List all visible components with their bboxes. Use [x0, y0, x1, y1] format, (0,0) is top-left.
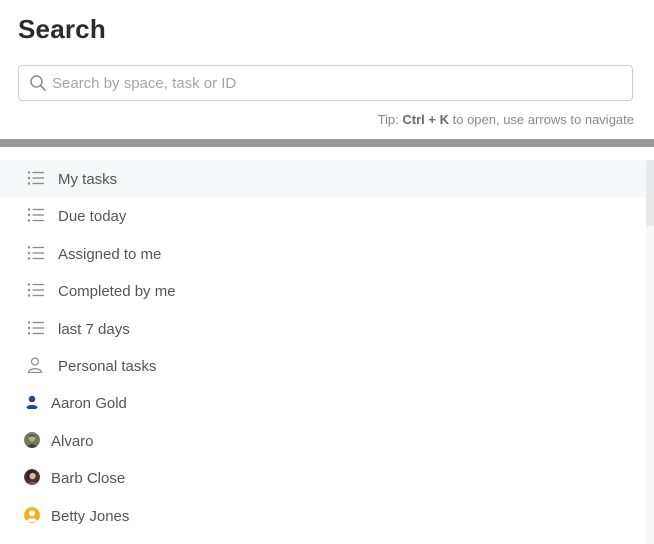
person-name: Aaron Gold [51, 395, 127, 413]
list-item-label: last 7 days [58, 320, 130, 338]
list-item-completed-by-me[interactable]: Completed by me [0, 272, 646, 309]
page-title: Search [18, 14, 106, 44]
list-icon [27, 171, 44, 185]
list-item-label: Personal tasks [58, 357, 157, 375]
list-item-due-today[interactable]: Due today [0, 197, 646, 234]
avatar [24, 431, 40, 448]
search-input[interactable] [52, 66, 622, 100]
list-icon [27, 246, 44, 260]
person-name: Alvaro [51, 432, 94, 450]
results-scrollbar[interactable] [646, 160, 654, 544]
search-icon [30, 75, 46, 91]
list-item-label: Completed by me [58, 283, 176, 301]
tip-shortcut: Ctrl + K [402, 112, 449, 127]
user-avatar-icon [26, 396, 38, 410]
section-divider [0, 139, 654, 147]
person-item-alvaro[interactable]: Alvaro [0, 422, 646, 459]
person-name: Barb Close [51, 470, 126, 488]
list-item-assigned-to-me[interactable]: Assigned to me [0, 235, 646, 272]
list-icon [27, 283, 44, 297]
person-item-betty-jones[interactable]: Betty Jones [0, 497, 646, 534]
tip-suffix: to open, use arrows to navigate [452, 112, 634, 127]
person-item-aaron-gold[interactable]: Aaron Gold [0, 384, 646, 421]
list-item-last-7-days[interactable]: last 7 days [0, 310, 646, 347]
tip-prefix: Tip: [377, 112, 399, 127]
person-item-barb-close[interactable]: Barb Close [0, 459, 646, 496]
scrollbar-thumb[interactable] [646, 160, 654, 226]
user-outline-icon [27, 357, 43, 373]
list-icon [27, 208, 44, 223]
keyboard-tip: Tip: Ctrl + K to open, use arrows to nav… [378, 112, 634, 127]
search-box[interactable] [18, 65, 633, 101]
avatar [24, 469, 40, 486]
search-results-list: My tasks Due today Assigned to me Comple… [0, 160, 646, 534]
user-avatar-icon [24, 506, 40, 523]
list-item-label: My tasks [58, 171, 118, 188]
list-item-label: Assigned to me [58, 245, 162, 263]
list-icon [27, 320, 44, 335]
person-name: Betty Jones [51, 507, 130, 525]
list-item-my-tasks[interactable]: My tasks [0, 160, 646, 198]
list-item-label: Due today [58, 208, 127, 226]
list-item-personal-tasks[interactable]: Personal tasks [0, 347, 646, 384]
